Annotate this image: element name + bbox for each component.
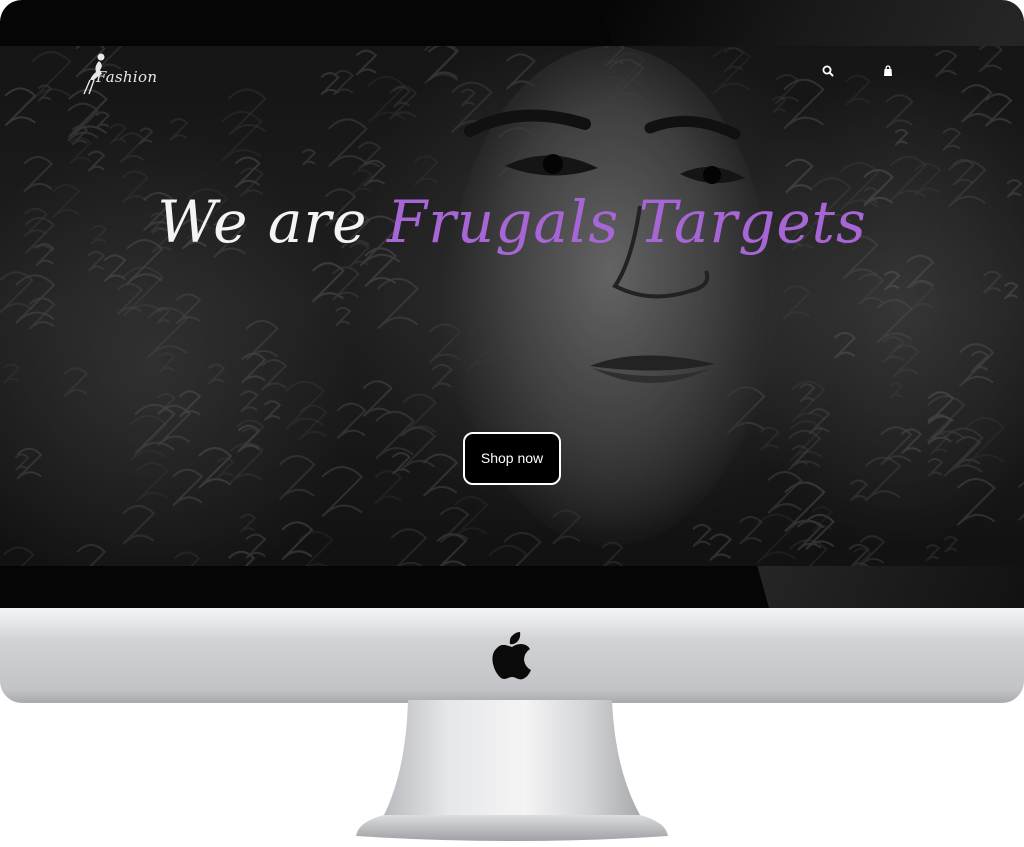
search-icon[interactable] bbox=[821, 64, 835, 78]
website-screen: Fashion We are Frugals Targets Shop now bbox=[0, 46, 1024, 566]
monitor-bezel: Fashion We are Frugals Targets Shop now bbox=[0, 0, 1024, 610]
logo-text: Fashion bbox=[96, 68, 158, 86]
shopping-bag-icon[interactable] bbox=[881, 64, 895, 78]
shop-now-button[interactable]: Shop now bbox=[463, 432, 561, 485]
apple-logo-icon bbox=[492, 632, 531, 680]
site-logo[interactable]: Fashion bbox=[80, 50, 170, 98]
hero-overlay bbox=[0, 46, 1024, 566]
headline-accent-part: Frugals Targets bbox=[386, 188, 867, 256]
imac-mockup: Fashion We are Frugals Targets Shop now bbox=[0, 0, 1024, 847]
monitor-stand bbox=[356, 700, 668, 841]
hero-headline: We are Frugals Targets bbox=[0, 186, 1024, 258]
headline-white-part: We are bbox=[157, 188, 368, 256]
